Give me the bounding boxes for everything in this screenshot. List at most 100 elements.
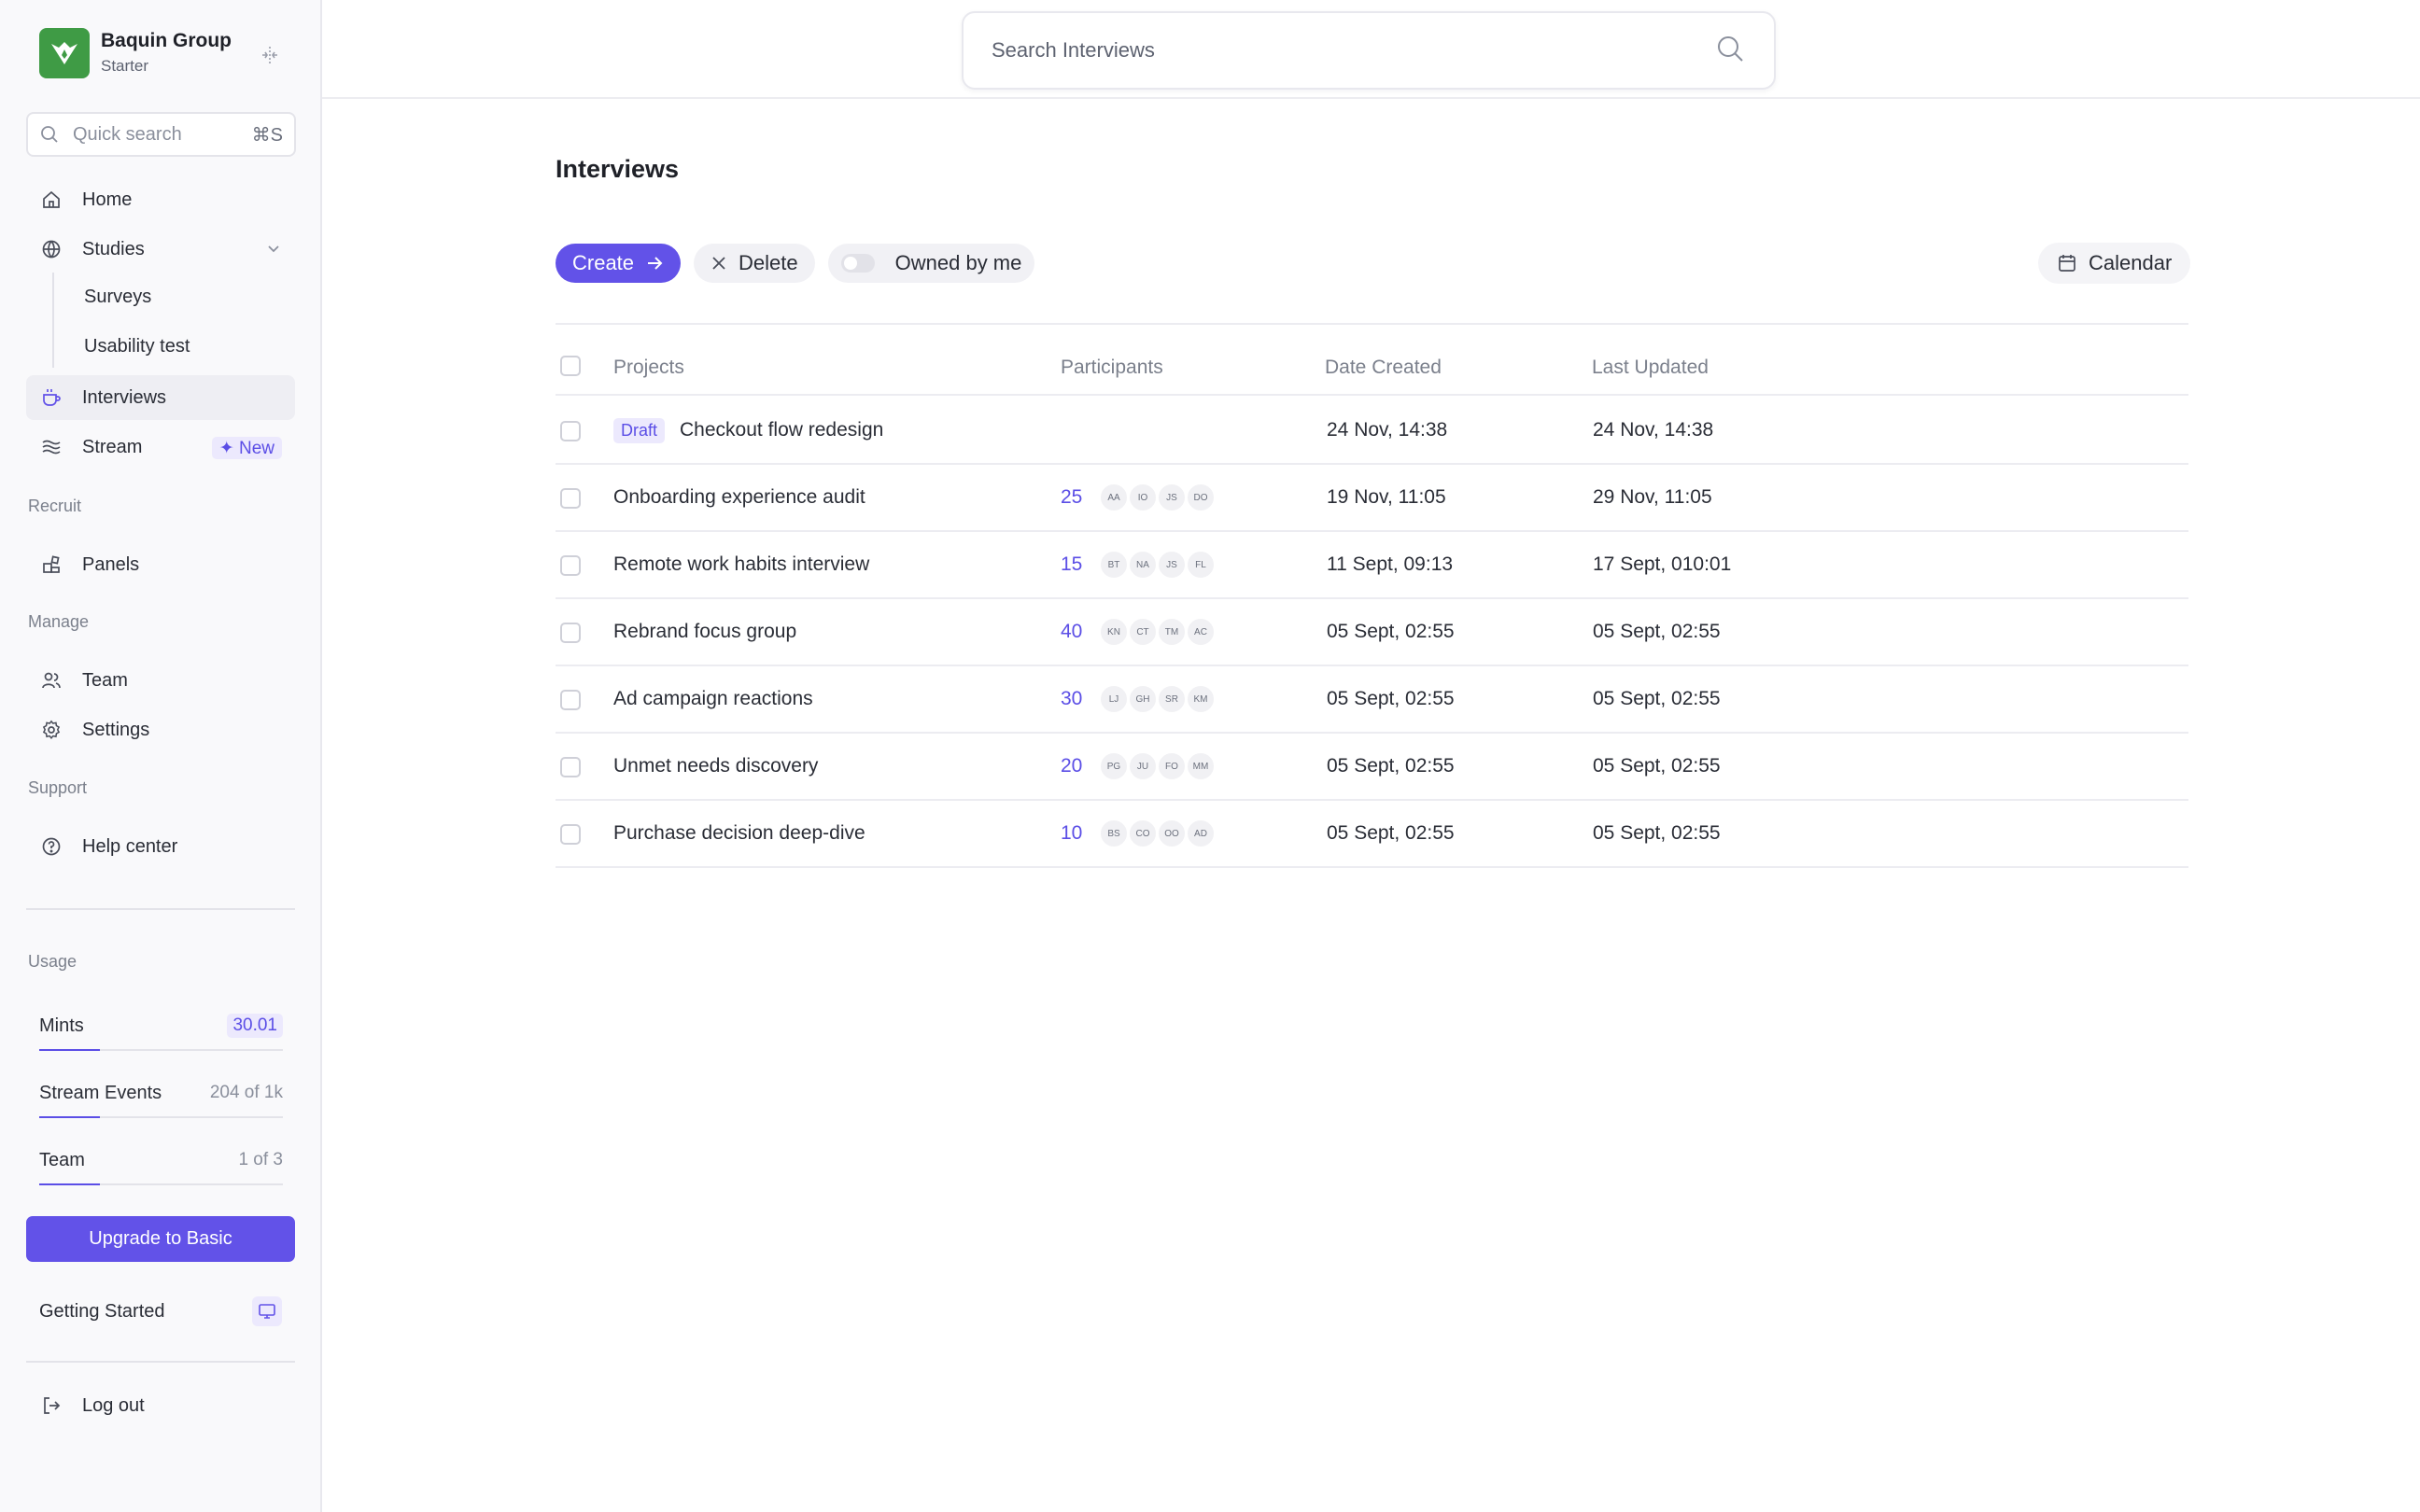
create-button[interactable]: Create — [556, 244, 682, 283]
column-header-last-updated[interactable]: Last Updated — [1592, 357, 1709, 379]
project-cell: Purchase decision deep-dive — [613, 801, 865, 866]
search-interviews[interactable] — [962, 11, 1776, 90]
table-row[interactable]: Ad campaign reactions 30 LJ GH SR KM 05 Sept, … — [556, 666, 2188, 734]
participant-count: 30 — [1061, 688, 1083, 709]
toolbar: Create Delete Owned by me — [556, 243, 1035, 284]
table-row[interactable]: Onboarding experience audit 25 AA IO JS DO 19 … — [556, 465, 2188, 532]
sidebar-item-help-center[interactable]: Help center — [26, 824, 295, 869]
project-name[interactable]: Checkout flow redesign — [680, 419, 883, 441]
sidebar-item-label: Panels — [82, 553, 140, 575]
table-row[interactable]: Remote work habits interview 15 BT NA JS FL 11… — [556, 532, 2188, 599]
participant-count: 15 — [1061, 553, 1083, 575]
search-icon[interactable] — [1714, 33, 1746, 69]
avatar: TM — [1157, 617, 1187, 647]
avatar: NA — [1128, 550, 1158, 580]
select-all-checkbox[interactable] — [560, 356, 581, 376]
avatar: LJ — [1099, 684, 1129, 714]
collapse-sidebar-icon[interactable] — [256, 41, 284, 69]
row-checkbox[interactable] — [560, 421, 581, 441]
sidebar-item-label: Stream — [82, 436, 143, 457]
workspace-logo — [39, 28, 90, 78]
project-cell: Ad campaign reactions — [613, 666, 813, 732]
last-updated-cell: 05 Sept, 02:55 — [1593, 822, 1721, 844]
last-updated-cell: 17 Sept, 010:01 — [1593, 553, 1732, 575]
calendar-button-label: Calendar — [2089, 251, 2173, 274]
workspace-switcher[interactable]: Baquin Group Starter — [39, 28, 232, 78]
avatar: AA — [1099, 483, 1129, 512]
usage-track — [39, 1183, 283, 1185]
sidebar-item-panels[interactable]: Panels — [26, 542, 295, 587]
sidebar-item-settings[interactable]: Settings — [26, 707, 295, 752]
table-row[interactable]: Purchase decision deep-dive 10 BS CO OO AD 05 … — [556, 801, 2188, 868]
workspace-name: Baquin Group — [101, 30, 232, 51]
gear-icon — [39, 718, 63, 742]
sidebar-item-studies[interactable]: Studies — [26, 227, 295, 272]
participants-cell: 30 LJ GH SR KM — [1061, 666, 1216, 732]
logout-button[interactable]: Log out — [26, 1383, 295, 1428]
avatar: OO — [1157, 819, 1187, 848]
usage-progress-fill — [39, 1183, 101, 1185]
date-created-cell: 05 Sept, 02:55 — [1327, 822, 1455, 844]
sidebar-item-team[interactable]: Team — [26, 658, 295, 703]
sidebar-item-stream[interactable]: Stream ✦ New — [26, 425, 295, 469]
row-checkbox[interactable] — [560, 488, 581, 509]
calendar-icon — [2057, 253, 2077, 273]
arrow-right-icon — [645, 254, 664, 273]
search-input[interactable] — [992, 38, 1714, 63]
sidebar-divider — [26, 1361, 295, 1363]
owned-by-me-label: Owned by me — [894, 251, 1022, 274]
section-label-manage: Manage — [28, 612, 90, 631]
sidebar-item-usability-test[interactable]: Usability test — [84, 336, 190, 357]
avatar: KM — [1186, 684, 1216, 714]
table-header: Projects Participants Date Created Last … — [556, 325, 2188, 396]
sidebar-divider — [26, 908, 295, 910]
participant-count: 25 — [1061, 486, 1083, 508]
project-name[interactable]: Unmet needs discovery — [613, 755, 818, 777]
project-name[interactable]: Purchase decision deep-dive — [613, 822, 865, 845]
project-name[interactable]: Ad campaign reactions — [613, 688, 813, 710]
column-header-date-created[interactable]: Date Created — [1325, 357, 1442, 379]
column-header-projects[interactable]: Projects — [613, 357, 684, 379]
help-circle-icon — [39, 834, 63, 859]
usage-value: 204 of 1k — [209, 1083, 283, 1102]
owned-by-me-toggle[interactable]: Owned by me — [827, 244, 1035, 283]
row-checkbox[interactable] — [560, 623, 581, 643]
avatar: BT — [1099, 550, 1129, 580]
sidebar-item-home[interactable]: Home — [26, 177, 295, 222]
chevron-down-icon[interactable] — [265, 240, 282, 262]
quick-search[interactable]: Quick search ⌘S — [26, 112, 296, 157]
upgrade-button[interactable]: Upgrade to Basic — [26, 1216, 295, 1262]
monitor-icon — [252, 1296, 282, 1326]
date-created-cell: 05 Sept, 02:55 — [1327, 621, 1455, 642]
table-row[interactable]: Unmet needs discovery 20 PG JU FO MM 05 Sept, … — [556, 734, 2188, 801]
search-icon — [39, 124, 60, 145]
avatar: PG — [1099, 751, 1129, 781]
new-badge: ✦ New — [211, 437, 282, 459]
table-row[interactable]: Draft Checkout flow redesign 24 Nov, 14:38… — [556, 398, 2188, 465]
project-cell: Onboarding experience audit — [613, 465, 865, 530]
getting-started-item[interactable]: Getting Started — [26, 1291, 295, 1332]
calendar-button[interactable]: Calendar — [2038, 243, 2191, 284]
home-icon — [39, 188, 63, 212]
row-checkbox[interactable] — [560, 757, 581, 777]
project-name[interactable]: Rebrand focus group — [613, 621, 796, 643]
grid-icon — [39, 553, 63, 577]
quick-search-placeholder: Quick search — [73, 123, 182, 145]
toggle-switch[interactable] — [840, 254, 875, 273]
delete-button[interactable]: Delete — [694, 244, 815, 283]
avatar: BS — [1099, 819, 1129, 848]
column-header-participants[interactable]: Participants — [1061, 357, 1163, 379]
row-checkbox[interactable] — [560, 555, 581, 576]
row-checkbox[interactable] — [560, 824, 581, 845]
row-checkbox[interactable] — [560, 690, 581, 710]
project-name[interactable]: Remote work habits interview — [613, 553, 869, 576]
sidebar-item-surveys[interactable]: Surveys — [84, 287, 151, 308]
participants-cell: 40 KN CT TM AC — [1061, 599, 1216, 665]
top-bar — [322, 0, 2420, 99]
participant-count: 10 — [1061, 822, 1083, 844]
sidebar-item-interviews[interactable]: Interviews — [26, 375, 295, 420]
participants-cell: 25 AA IO JS DO — [1061, 465, 1216, 530]
table-row[interactable]: Rebrand focus group 40 KN CT TM AC 05 Sept, 02… — [556, 599, 2188, 666]
date-created-cell: 05 Sept, 02:55 — [1327, 755, 1455, 777]
project-name[interactable]: Onboarding experience audit — [613, 486, 865, 509]
